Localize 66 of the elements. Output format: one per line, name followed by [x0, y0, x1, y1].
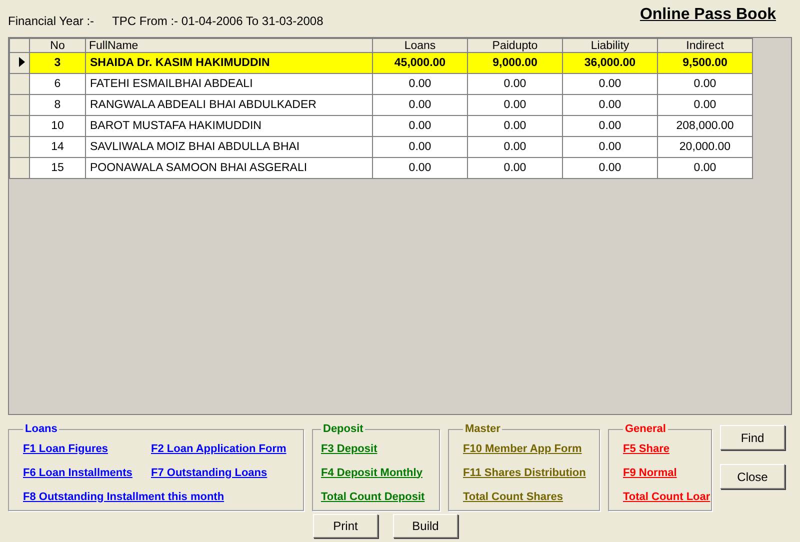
- column-header[interactable]: FullName: [86, 38, 372, 52]
- table-cell: 3: [30, 52, 86, 74]
- table-cell: 0.00: [372, 136, 468, 158]
- shortcut-link[interactable]: F1 Loan Figures: [23, 442, 151, 456]
- table-cell: 9,500.00: [658, 52, 752, 74]
- table-cell: 0.00: [372, 158, 468, 178]
- table-cell: 0.00: [658, 74, 752, 94]
- shortcut-link[interactable]: F4 Deposit Monthly: [321, 466, 422, 480]
- shortcut-link[interactable]: F6 Loan Installments: [23, 466, 151, 480]
- shortcut-link[interactable]: Total Count Shares: [463, 490, 564, 504]
- table-cell: 9,000.00: [468, 52, 562, 74]
- column-header[interactable]: Liability: [562, 38, 658, 52]
- table-cell: SAVLIWALA MOIZ BHAI ABDULLA BHAI: [86, 136, 372, 158]
- table-cell: 0.00: [658, 94, 752, 116]
- table-cell: 0.00: [372, 116, 468, 136]
- shortcut-link[interactable]: F3 Deposit: [321, 442, 378, 456]
- page-title: Online Pass Book: [640, 6, 776, 24]
- table-cell: 0.00: [468, 136, 562, 158]
- table-cell: FATEHI ESMAILBHAI ABDEALI: [86, 74, 372, 94]
- table-cell: 0.00: [468, 94, 562, 116]
- table-cell: 0.00: [372, 94, 468, 116]
- table-cell: 0.00: [562, 158, 658, 178]
- table-cell: 0.00: [562, 116, 658, 136]
- table-cell: 10: [30, 116, 86, 136]
- group-title: Master: [464, 423, 502, 435]
- table-cell: 45,000.00: [372, 52, 468, 74]
- column-header[interactable]: Indirect: [658, 38, 752, 52]
- action-button[interactable]: Build: [393, 514, 458, 538]
- table-cell: 15: [30, 158, 86, 178]
- table-cell: 0.00: [468, 158, 562, 178]
- action-button[interactable]: Close: [720, 464, 785, 489]
- row-header[interactable]: [10, 52, 30, 74]
- table-cell: 0.00: [372, 74, 468, 94]
- table-cell: BAROT MUSTAFA HAKIMUDDIN: [86, 116, 372, 136]
- table-cell: 8: [30, 94, 86, 116]
- shortcut-link[interactable]: F10 Member App Form: [463, 442, 582, 456]
- table-cell: 0.00: [468, 116, 562, 136]
- current-row-icon: [19, 56, 25, 66]
- group-title: General: [624, 423, 667, 435]
- table-cell: 0.00: [562, 94, 658, 116]
- shortcut-link[interactable]: F7 Outstanding Loans: [151, 466, 268, 480]
- financial-year-label: Financial Year :-: [8, 14, 94, 28]
- table-cell: SHAIDA Dr. KASIM HAKIMUDDIN: [86, 52, 372, 74]
- shortcut-link[interactable]: F11 Shares Distribution: [463, 466, 586, 480]
- table-cell: 6: [30, 74, 86, 94]
- table-cell: 208,000.00: [658, 116, 752, 136]
- shortcut-link[interactable]: Total Count Deposit: [321, 490, 425, 504]
- table-cell: 0.00: [562, 74, 658, 94]
- period-label: TPC From :- 01-04-2006 To 31-03-2008: [112, 14, 324, 28]
- shortcut-link[interactable]: F8 Outstanding Installment this month: [23, 490, 224, 504]
- group-title: Deposit: [322, 423, 364, 435]
- group-title: Loans: [24, 423, 58, 435]
- table-cell: 0.00: [658, 158, 752, 178]
- column-header[interactable]: Paidupto: [468, 38, 562, 52]
- table-cell: 0.00: [468, 74, 562, 94]
- table-cell: 0.00: [562, 136, 658, 158]
- table-cell: 14: [30, 136, 86, 158]
- column-header[interactable]: Loans: [372, 38, 468, 52]
- action-button[interactable]: Find: [720, 425, 785, 450]
- table-cell: 36,000.00: [562, 52, 658, 74]
- shortcut-link[interactable]: F2 Loan Application Form: [151, 442, 286, 456]
- table-cell: 20,000.00: [658, 136, 752, 158]
- action-button[interactable]: Print: [313, 514, 378, 538]
- table-cell: POONAWALA SAMOON BHAI ASGERALI: [86, 158, 372, 178]
- table-cell: RANGWALA ABDEALI BHAI ABDULKADER: [86, 94, 372, 116]
- column-header[interactable]: No: [30, 38, 86, 52]
